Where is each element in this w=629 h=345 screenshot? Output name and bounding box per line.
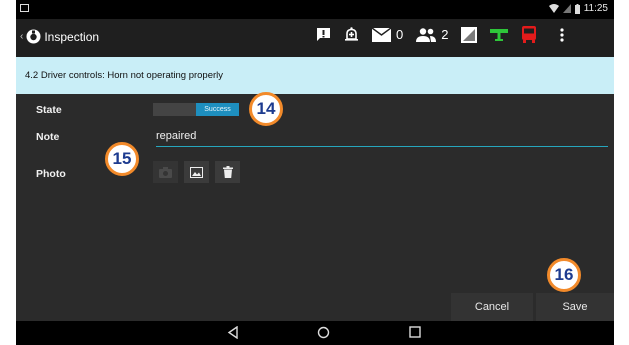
app-home-button[interactable]: ‹ Inspection (20, 29, 99, 44)
defect-title: 4.2 Driver controls: Horn not operating … (25, 70, 224, 81)
status-bar: 11:25 (16, 0, 614, 19)
home-icon[interactable] (317, 326, 330, 339)
cancel-button[interactable]: Cancel (451, 293, 533, 321)
navigation-bar (16, 321, 614, 345)
state-option-success[interactable]: Success (196, 103, 239, 116)
clock: 11:25 (583, 3, 608, 14)
callout-14: 14 (249, 92, 283, 126)
state-label: State (36, 104, 62, 116)
more-vert-icon (560, 27, 565, 42)
note-input[interactable]: repaired (156, 130, 608, 147)
battery-icon (574, 3, 580, 14)
trash-icon (222, 166, 233, 178)
photo-actions (153, 161, 240, 183)
people-button[interactable]: 2 (416, 27, 448, 42)
trailer-button[interactable] (490, 28, 509, 42)
save-button[interactable]: Save (536, 293, 614, 321)
state-toggle[interactable]: Success (153, 103, 239, 116)
gallery-button[interactable] (184, 161, 209, 183)
bell-icon (345, 26, 358, 41)
status-square-button[interactable] (461, 26, 478, 43)
action-icons: 0 2 (316, 26, 577, 43)
app-logo-icon (26, 29, 41, 44)
overflow-menu-button[interactable] (560, 27, 565, 42)
callout-15: 15 (105, 142, 139, 176)
trailer-icon (490, 28, 509, 41)
recents-icon[interactable] (409, 326, 421, 338)
exclamation-icon (317, 28, 330, 41)
people-count: 2 (441, 27, 449, 42)
alert-button[interactable] (316, 27, 331, 42)
bell-button[interactable] (344, 26, 359, 43)
message-count: 0 (396, 27, 404, 42)
image-icon (190, 166, 203, 178)
status-icons: 11:25 (548, 3, 608, 14)
screenshot-notification-icon (20, 4, 29, 12)
delete-photo-button[interactable] (215, 161, 240, 183)
envelope-icon (372, 27, 391, 42)
back-chevron-icon: ‹ (20, 31, 24, 42)
vehicle-button[interactable] (521, 26, 537, 43)
device-screen: 11:25 ‹ Inspection 0 2 4.2 Driver contro… (16, 0, 614, 345)
half-square-icon (461, 26, 478, 43)
page-title: Inspection (44, 29, 100, 44)
note-label: Note (36, 131, 60, 143)
messages-button[interactable]: 0 (372, 27, 403, 42)
camera-button[interactable] (153, 161, 178, 183)
callout-16: 16 (547, 258, 581, 292)
defect-banner: 4.2 Driver controls: Horn not operating … (16, 57, 614, 94)
action-bar: ‹ Inspection 0 2 (16, 19, 614, 57)
wifi-icon (548, 4, 559, 13)
photo-label: Photo (36, 168, 66, 180)
back-icon[interactable] (227, 326, 239, 339)
people-icon (416, 27, 437, 42)
form-actions: Cancel Save (16, 293, 614, 321)
bus-icon (522, 26, 537, 43)
camera-icon (159, 166, 172, 178)
state-option-off[interactable] (153, 103, 196, 116)
signal-icon (562, 4, 571, 13)
